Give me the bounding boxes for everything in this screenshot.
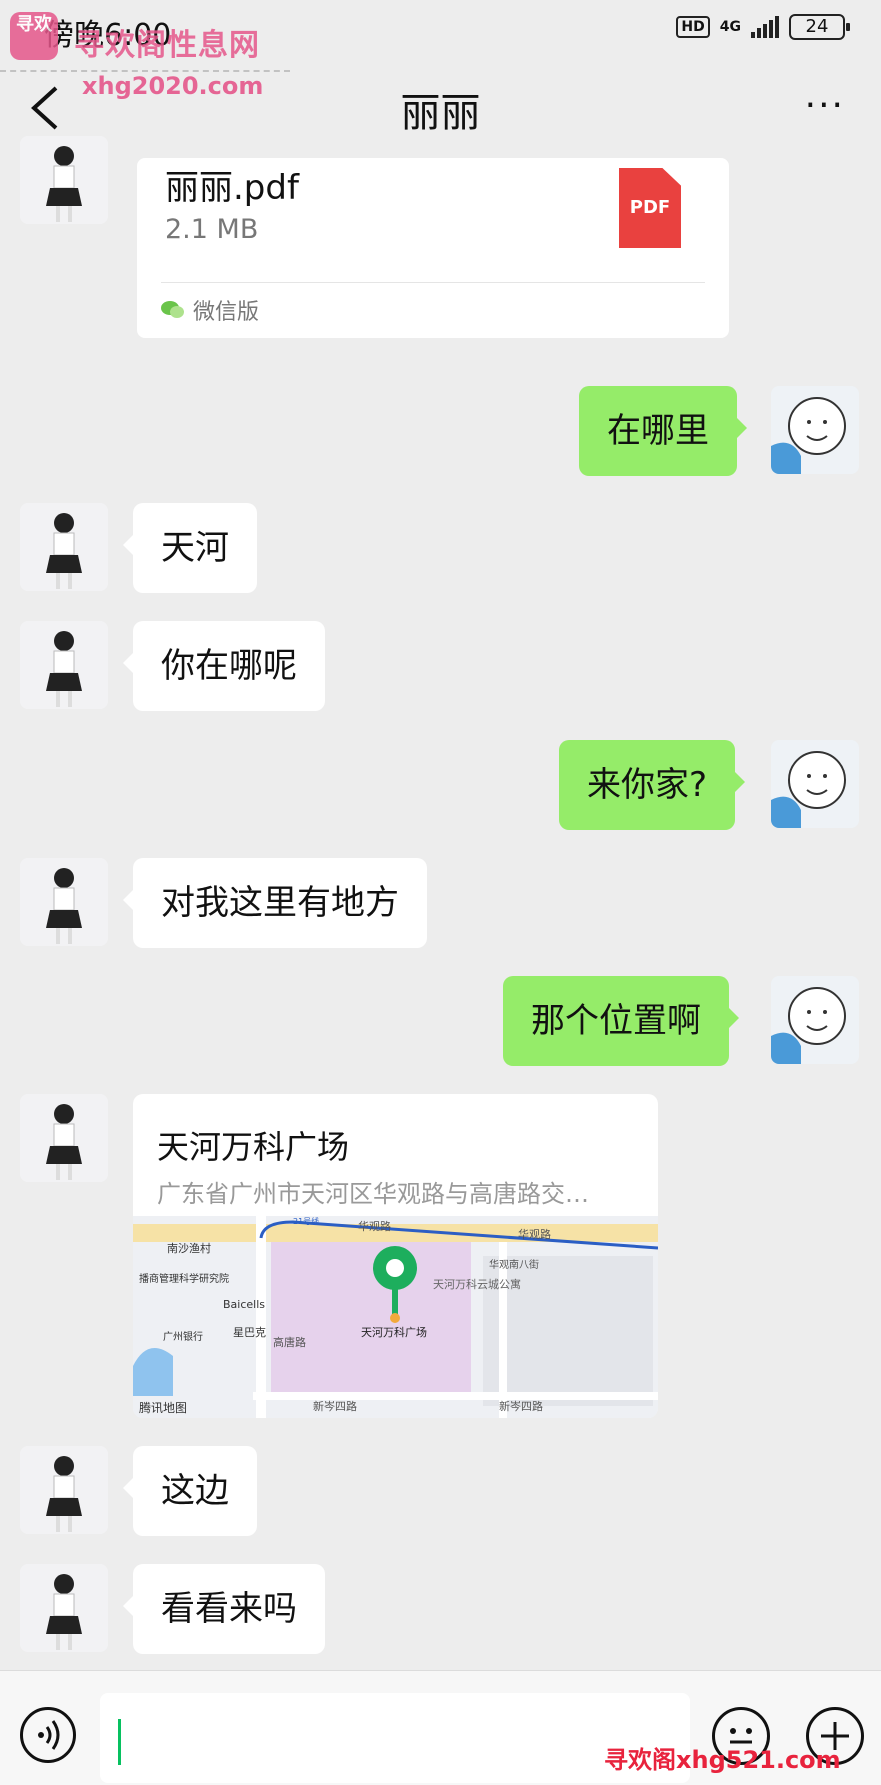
- pdf-file-icon: PDF: [619, 168, 681, 248]
- map-provider-label: 腾讯地图: [139, 1400, 187, 1415]
- map-poi-label: Baicells: [223, 1298, 265, 1311]
- text-caret: [118, 1719, 121, 1765]
- map-poi-label: 播商管理科学研究院: [139, 1272, 229, 1285]
- location-address: 广东省广州市天河区华观路与高唐路交…: [157, 1180, 589, 1208]
- watermark-logo: 寻欢: [10, 12, 58, 60]
- location-message-card[interactable]: 天河万科广场 广东省广州市天河区华观路与高唐路交… 华观路 华观路 南沙渔村 播…: [133, 1094, 658, 1418]
- network-label: 4G: [719, 19, 741, 35]
- avatar[interactable]: [20, 1564, 108, 1652]
- avatar[interactable]: [771, 386, 859, 474]
- map-pin-label: 天河万科广场: [361, 1325, 427, 1339]
- avatar-girl-icon: [20, 1564, 108, 1652]
- map-road-label: 华观路: [518, 1227, 551, 1241]
- signal-icon: [751, 16, 779, 38]
- map-poi-label: 广州银行: [163, 1330, 203, 1343]
- watermark-url-bottom: 寻欢阁xhg521.com: [604, 1746, 841, 1774]
- map-graphic: 华观路 华观路 南沙渔村 播商管理科学研究院 Baicells 星巴克 广州银行…: [133, 1216, 658, 1418]
- avatar[interactable]: [20, 1094, 108, 1182]
- map-road-label: 高唐路: [273, 1335, 306, 1349]
- avatar-girl-icon: [20, 858, 108, 946]
- message-bubble[interactable]: 在哪里: [579, 386, 747, 476]
- file-card-divider: [161, 282, 705, 283]
- avatar[interactable]: [771, 976, 859, 1064]
- avatar[interactable]: [20, 1446, 108, 1534]
- message-input[interactable]: [100, 1693, 690, 1783]
- avatar-face-icon: [771, 386, 859, 474]
- file-source-label: 微信版: [193, 300, 260, 325]
- battery-icon: 24: [789, 14, 850, 40]
- avatar[interactable]: [20, 621, 108, 709]
- avatar-girl-icon: [20, 1094, 108, 1182]
- avatar-girl-icon: [20, 621, 108, 709]
- avatar[interactable]: [20, 858, 108, 946]
- message-bubble[interactable]: 看看来吗: [123, 1564, 325, 1654]
- map-road-label: 新岑四路: [313, 1399, 357, 1413]
- voice-icon: [38, 1720, 60, 1750]
- hd-badge: HD: [676, 16, 710, 38]
- map-line-badge: 21号线: [293, 1216, 319, 1226]
- watermark-url: xhg2020.com: [82, 72, 264, 100]
- more-button[interactable]: ···: [805, 88, 845, 124]
- status-icons: HD 4G 24: [676, 14, 850, 40]
- map-road-label: 华观南八街: [489, 1258, 539, 1271]
- map-poi-label: 星巴克: [233, 1326, 266, 1339]
- avatar-girl-icon: [20, 136, 108, 224]
- message-bubble[interactable]: 来你家?: [559, 740, 746, 830]
- avatar-girl-icon: [20, 503, 108, 591]
- wechat-icon: [161, 301, 184, 318]
- avatar-face-icon: [771, 740, 859, 828]
- message-bubble[interactable]: 对我这里有地方: [123, 858, 427, 948]
- location-map: 华观路 华观路 南沙渔村 播商管理科学研究院 Baicells 星巴克 广州银行…: [133, 1216, 658, 1418]
- file-message-card[interactable]: 丽丽.pdf 2.1 MB PDF 微信版: [137, 158, 729, 338]
- map-poi-label: 天河万科云城公寓: [433, 1277, 521, 1291]
- message-bubble[interactable]: 天河: [123, 503, 257, 593]
- file-name: 丽丽.pdf: [165, 168, 299, 208]
- avatar[interactable]: [771, 740, 859, 828]
- message-bubble[interactable]: 这边: [123, 1446, 257, 1536]
- map-road-label: 华观路: [358, 1219, 391, 1233]
- message-bubble[interactable]: 那个位置啊: [503, 976, 739, 1066]
- avatar-girl-icon: [20, 1446, 108, 1534]
- message-bubble[interactable]: 你在哪呢: [123, 621, 325, 711]
- file-size: 2.1 MB: [165, 214, 259, 245]
- location-name: 天河万科广场: [157, 1128, 350, 1166]
- map-poi-label: 南沙渔村: [167, 1241, 211, 1255]
- map-road-label: 新岑四路: [499, 1399, 543, 1413]
- avatar[interactable]: [20, 136, 108, 224]
- file-source: 微信版: [161, 294, 259, 326]
- avatar[interactable]: [20, 503, 108, 591]
- avatar-face-icon: [771, 976, 859, 1064]
- voice-button[interactable]: [20, 1707, 76, 1763]
